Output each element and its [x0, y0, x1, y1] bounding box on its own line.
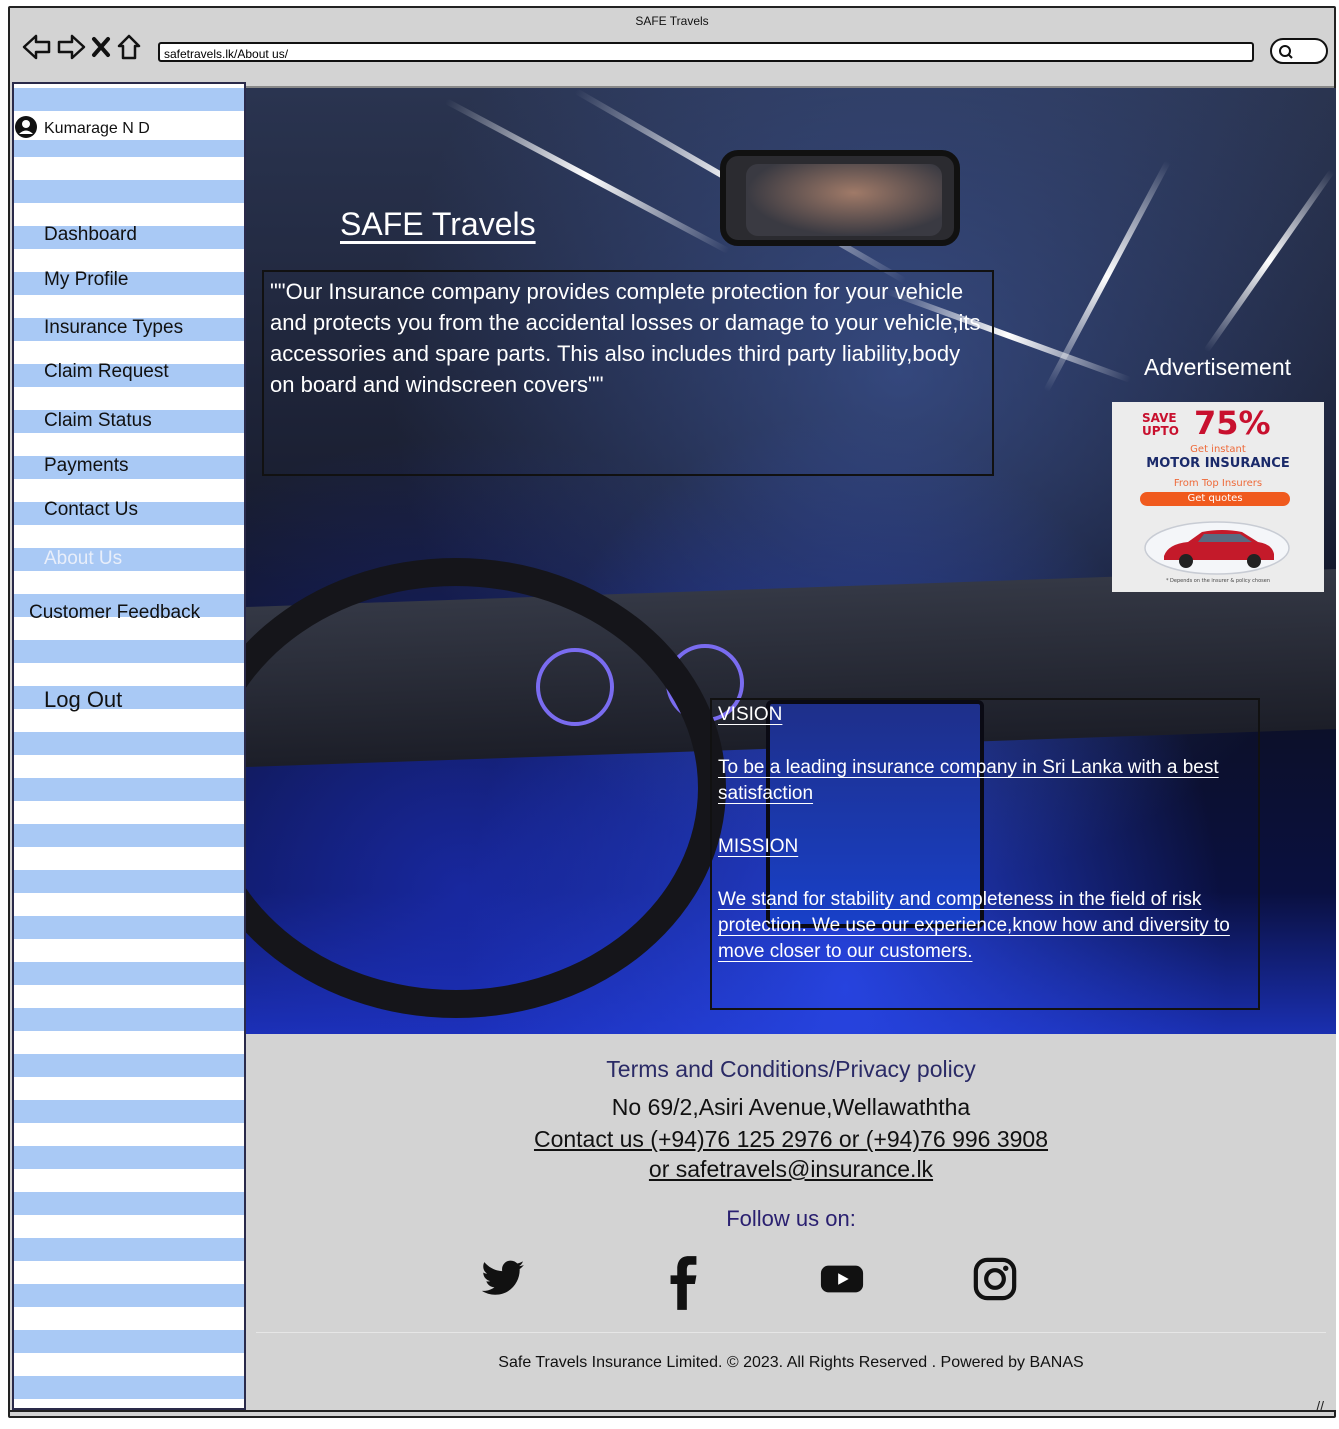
sidebar-item-payments[interactable]: Payments [44, 455, 128, 477]
sidebar-item-about-us[interactable]: About Us [44, 548, 122, 570]
sidebar-item-customer-feedback[interactable]: Customer Feedback [29, 602, 200, 624]
sidebar-item-my-profile[interactable]: My Profile [44, 269, 128, 291]
footer-divider [256, 1332, 1326, 1333]
contact-phone-link[interactable]: Contact us (+94)76 125 2976 or (+94)76 9… [246, 1126, 1336, 1153]
vision-mission-box: VISION To be a leading insurance company… [710, 698, 1260, 1010]
window-bottom-border [10, 1410, 1334, 1412]
vision-text: To be a leading insurance company in Sri… [718, 757, 1219, 804]
youtube-icon[interactable] [818, 1256, 866, 1307]
sidebar-item-contact-us[interactable]: Contact Us [44, 499, 138, 521]
browser-window: SAFE Travels safetravels.lk/About us/ Ku… [8, 6, 1336, 1418]
hero-title: SAFE Travels [340, 206, 536, 242]
nav-controls [22, 33, 142, 61]
ad-from-text: From Top Insurers [1173, 478, 1263, 489]
user-profile[interactable]: Kumarage N D [14, 115, 244, 140]
facebook-icon[interactable] [660, 1256, 706, 1315]
vision-heading: VISION [718, 704, 783, 725]
window-title: SAFE Travels [635, 14, 709, 28]
address-text: No 69/2,Asiri Avenue,Wellawaththa [611, 1094, 971, 1120]
sidebar-item-claim-status[interactable]: Claim Status [44, 410, 152, 432]
contact-email-link[interactable]: or safetravels@insurance.lk [246, 1156, 1336, 1183]
address-bar[interactable]: safetravels.lk/About us/ [158, 42, 1254, 62]
search-button[interactable] [1270, 38, 1328, 64]
advertisement-banner[interactable]: SAVE UPTO 75% Get instant MOTOR INSURANCE… [1112, 402, 1324, 592]
rearview-mirror [720, 150, 960, 246]
company-quote: ""Our Insurance company provides complet… [262, 270, 994, 476]
avatar-icon [14, 115, 38, 144]
ad-percent: 75% [1194, 404, 1271, 442]
close-icon[interactable] [90, 34, 112, 60]
mission-text: We stand for stability and completeness … [718, 889, 1230, 962]
sidebar-item-dashboard[interactable]: Dashboard [44, 224, 137, 246]
follow-us-label: Follow us on: [726, 1206, 856, 1231]
sidebar-item-claim-request[interactable]: Claim Request [44, 361, 169, 383]
sidebar-item-log-out[interactable]: Log Out [44, 687, 122, 713]
footer: Terms and Conditions/Privacy policy No 6… [246, 1034, 1336, 1410]
terms-privacy-link[interactable]: Terms and Conditions/Privacy policy [246, 1056, 1336, 1083]
instagram-icon[interactable] [972, 1256, 1018, 1307]
resize-handle-icon[interactable]: // [1316, 1398, 1324, 1414]
back-arrow-icon[interactable] [22, 34, 52, 60]
light-streak [1203, 169, 1335, 353]
mission-heading: MISSION [718, 836, 799, 857]
ad-instant-text: Get instant [1190, 444, 1246, 455]
sidebar: Kumarage N D Dashboard My Profile Insura… [12, 82, 246, 1410]
sidebar-item-insurance-types[interactable]: Insurance Types [44, 317, 183, 339]
advertisement-label: Advertisement [1144, 354, 1292, 380]
twitter-icon[interactable] [480, 1256, 526, 1307]
home-icon[interactable] [116, 33, 142, 61]
ad-fineprint: * Depends on the insurer & policy chosen [1165, 578, 1271, 584]
ad-motor-insurance: MOTOR INSURANCE [1146, 456, 1290, 471]
ad-get-quotes-button[interactable]: Get quotes [1140, 492, 1290, 506]
ad-save-text: SAVE UPTO [1142, 411, 1179, 438]
user-name: Kumarage N D [44, 120, 150, 137]
hero-section: SAFE Travels ""Our Insurance company pro… [246, 88, 1336, 1034]
car-icon [1142, 514, 1292, 576]
forward-arrow-icon[interactable] [56, 34, 86, 60]
copyright-text: Safe Travels Insurance Limited. © 2023. … [498, 1354, 1084, 1371]
